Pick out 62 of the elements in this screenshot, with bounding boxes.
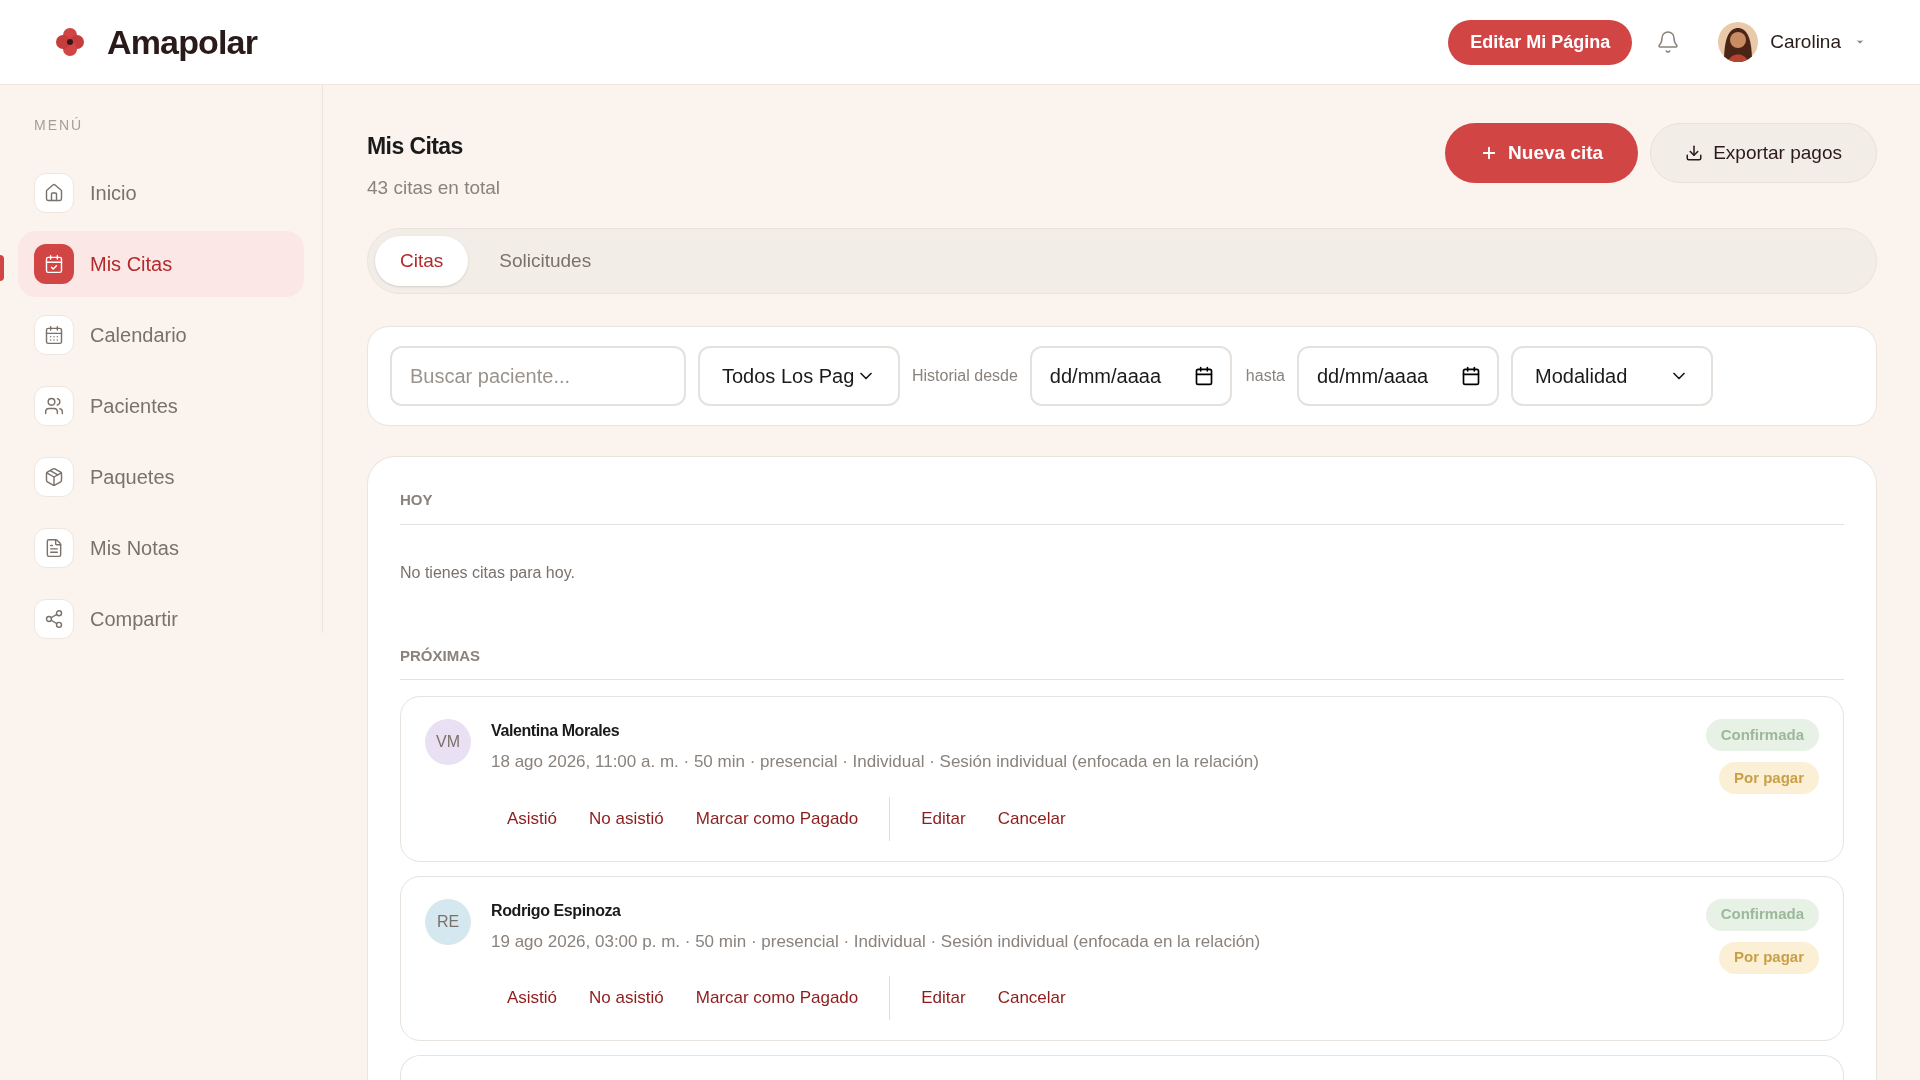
status-badge: Por pagar: [1718, 941, 1819, 974]
user-avatar[interactable]: [1718, 22, 1759, 62]
date-to-label: hasta: [1245, 366, 1285, 386]
action-link[interactable]: Asistió: [491, 976, 574, 1020]
avatar-initials: RE: [425, 898, 471, 945]
user-name: Carolina: [1770, 29, 1841, 54]
action-link[interactable]: Marcar como Pagado: [679, 796, 875, 841]
status-badge: Confirmada: [1705, 898, 1819, 931]
action-link[interactable]: Cancelar: [981, 976, 1082, 1020]
empty-message: No tienes citas para hoy.: [400, 562, 576, 583]
sidebar-item[interactable]: Calendario: [18, 302, 304, 368]
status-badge: Confirmada: [1705, 719, 1819, 751]
tab[interactable]: Citas: [375, 236, 469, 286]
menu-heading: MENÚ: [34, 116, 85, 135]
action-link[interactable]: Editar: [905, 976, 982, 1020]
status-badge: Por pagar: [1718, 762, 1819, 794]
calendar-icon: [1460, 366, 1481, 386]
date-from-label: Historial desde: [912, 366, 1018, 386]
section-heading: PRÓXIMAS: [400, 644, 1844, 680]
users-icon: [44, 396, 64, 416]
download-icon: [1685, 144, 1704, 162]
calendar-check-icon: [44, 254, 64, 274]
sidebar-item[interactable]: Inicio: [18, 160, 304, 226]
calendar-icon: [44, 325, 64, 345]
patient-name: Valentina Morales: [491, 721, 621, 741]
active-indicator: [0, 255, 4, 281]
brand-name: Amapolar: [107, 21, 258, 63]
sidebar-item[interactable]: Paquetes: [18, 444, 304, 510]
sidebar-item[interactable]: Mis Notas: [18, 515, 304, 581]
patient-name: Rodrigo Espinoza: [491, 900, 622, 921]
edit-page-button[interactable]: Editar Mi Página: [1448, 19, 1633, 65]
notification-bell-icon[interactable]: [1656, 30, 1681, 54]
sidebar-item[interactable]: Pacientes: [18, 373, 304, 439]
export-payments-button[interactable]: Exportar pagos: [1650, 123, 1877, 183]
action-link[interactable]: No asistió: [573, 976, 680, 1020]
page-title: Mis Citas: [367, 132, 464, 161]
sidebar-item[interactable]: Mis Citas: [18, 231, 304, 297]
action-link[interactable]: Cancelar: [981, 796, 1082, 841]
action-link[interactable]: Editar: [905, 796, 982, 841]
document-icon: [44, 538, 64, 558]
avatar-initials: VM: [425, 719, 471, 765]
home-icon: [44, 183, 64, 203]
section-heading: HOY: [400, 489, 1844, 525]
date-field[interactable]: dd/mm/aaaa: [1029, 346, 1232, 406]
new-appointment-button[interactable]: Nueva cita: [1445, 123, 1639, 183]
dropdown-select[interactable]: Modalidad: [1510, 346, 1713, 406]
flower-logo-icon: [55, 27, 85, 57]
sidebar-item[interactable]: Compartir: [18, 586, 304, 652]
tab[interactable]: Solicitudes: [474, 236, 617, 286]
dropdown-select[interactable]: Todos Los Pag: [698, 346, 900, 406]
appointment-details: 19 ago 2026, 03:00 p. m. · 50 min · presencial · Individual · Sesión individual (enfocada en la relación): [491, 930, 1261, 953]
search-field[interactable]: Buscar paciente...: [390, 346, 686, 406]
box-icon: [44, 467, 64, 487]
action-link[interactable]: Asistió: [491, 796, 574, 841]
action-link[interactable]: No asistió: [573, 796, 680, 841]
appointment-count: 43 citas en total: [367, 175, 501, 200]
share-icon: [44, 609, 64, 629]
caret-icon[interactable]: [1855, 37, 1865, 47]
action-link[interactable]: Marcar como Pagado: [679, 976, 875, 1020]
date-field[interactable]: dd/mm/aaaa: [1296, 346, 1499, 406]
calendar-icon: [1193, 366, 1214, 386]
appointment-details: 18 ago 2026, 11:00 a. m. · 50 min · presencial · Individual · Sesión individual (enfocada en la relación): [491, 751, 1259, 773]
